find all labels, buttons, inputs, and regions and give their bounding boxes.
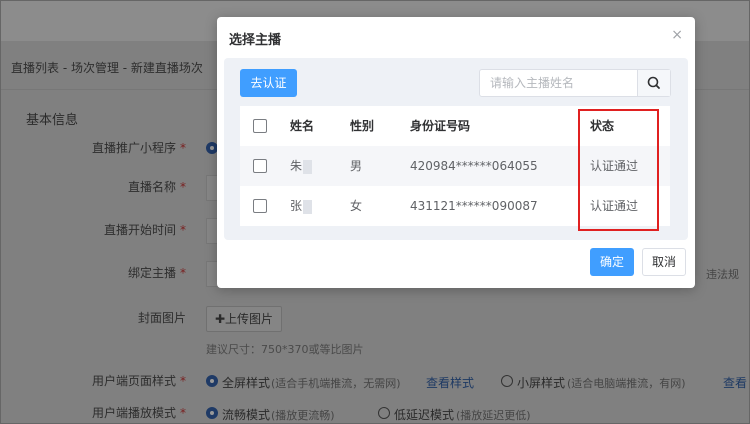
search-button[interactable] <box>637 70 670 96</box>
cancel-button[interactable]: 取消 <box>642 248 686 276</box>
form-row-play-mode: 用户端播放模式 * 流畅模式 (播放更流畅) 低延迟模式 (播放延迟更低) <box>1 403 749 423</box>
option-smallscreen: 小屏样式 <box>517 376 566 390</box>
search-input[interactable] <box>480 70 650 96</box>
option-fullscreen-note: (适合手机端推流，无需网) <box>271 377 401 390</box>
redacted-mark <box>303 199 313 214</box>
view-style-link-2[interactable]: 查看 <box>723 374 747 391</box>
option-low-latency: 低延迟模式 <box>394 408 455 422</box>
rules-link[interactable]: 违法规 <box>706 266 739 282</box>
option-fullscreen: 全屏样式 <box>222 376 271 390</box>
field-label: 直播名称 * <box>127 180 186 194</box>
field-label: 直播推广小程序 * <box>91 141 186 155</box>
row-checkbox[interactable] <box>253 159 267 173</box>
redacted-mark <box>303 159 313 174</box>
anchor-gender: 男 <box>350 159 363 173</box>
column-header-gender: 性别 <box>350 119 375 133</box>
table-row[interactable]: 张 女 431121******090087 认证通过 <box>240 186 670 226</box>
option-smallscreen-note: (适合电脑端推流，有网) <box>567 377 686 390</box>
upload-image-button[interactable]: ✚上传图片 <box>206 306 282 332</box>
anchor-name: 朱 <box>290 146 313 186</box>
section-title: 基本信息 <box>26 113 79 128</box>
radio-smooth[interactable] <box>206 407 218 419</box>
form-row-cover: 封面图片 <box>1 308 749 330</box>
view-style-link[interactable]: 查看样式 <box>426 374 474 391</box>
field-label: 直播开始时间 * <box>103 223 186 237</box>
radio-low-latency[interactable] <box>378 407 390 419</box>
search-icon <box>647 76 660 89</box>
field-label: 绑定主播 * <box>127 266 186 280</box>
anchor-id-number: 420984******064055 <box>410 159 538 173</box>
field-label: 用户端播放模式 * <box>91 406 186 420</box>
column-header-name: 姓名 <box>290 119 315 133</box>
anchor-status: 认证通过 <box>590 159 639 173</box>
field-label: 用户端页面样式 * <box>91 374 186 388</box>
dialog-title: 选择主播 <box>229 33 282 48</box>
column-header-status: 状态 <box>590 119 615 133</box>
radio-fullscreen[interactable] <box>206 375 218 387</box>
table-header-row: 姓名 性别 身份证号码 状态 <box>240 106 670 146</box>
column-header-id-number: 身份证号码 <box>410 119 471 133</box>
radio-smallscreen[interactable] <box>501 375 513 387</box>
cover-hint: 建议尺寸：750*370或等比图片 <box>206 343 364 356</box>
row-checkbox[interactable] <box>253 199 267 213</box>
search-box <box>479 69 671 97</box>
select-all-checkbox[interactable] <box>253 119 267 133</box>
dialog-panel: 去认证 姓名 性别 身份证号码 状态 朱 男 42098 <box>224 58 688 240</box>
confirm-button[interactable]: 确定 <box>590 248 634 276</box>
table-row[interactable]: 朱 男 420984******064055 认证通过 <box>240 146 670 186</box>
field-label: 封面图片 <box>137 311 186 325</box>
anchor-name: 张 <box>290 186 313 226</box>
option-low-latency-note: (播放延迟更低) <box>456 409 531 422</box>
select-anchor-dialog: 选择主播 × 去认证 姓名 性别 身份证号码 状态 朱 <box>217 17 695 288</box>
option-smooth-note: (播放更流畅) <box>271 409 335 422</box>
form-row-page-style: 用户端页面样式 * 全屏样式 (适合手机端推流，无需网) 查看样式 小屏样式 (适… <box>1 371 749 393</box>
breadcrumb[interactable]: 直播列表 - 场次管理 - 新建直播场次 <box>11 59 203 76</box>
anchor-status: 认证通过 <box>590 199 639 213</box>
anchor-id-number: 431121******090087 <box>410 199 538 213</box>
close-icon[interactable]: × <box>671 27 683 43</box>
option-smooth: 流畅模式 <box>222 408 271 422</box>
go-authenticate-button[interactable]: 去认证 <box>240 69 297 97</box>
anchor-gender: 女 <box>350 199 363 213</box>
